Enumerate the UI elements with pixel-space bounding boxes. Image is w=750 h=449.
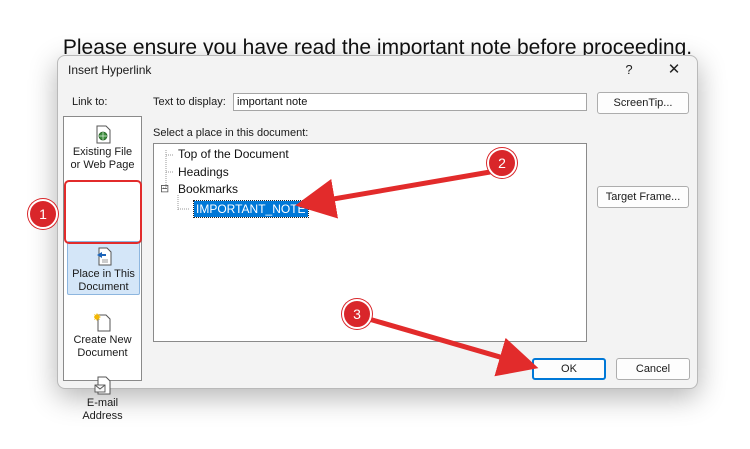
callout-badge-2: 2 xyxy=(487,148,517,178)
arrow-to-ok xyxy=(361,314,539,377)
annotation-arrows xyxy=(295,169,539,377)
callout-badge-1: 1 xyxy=(28,199,58,229)
callout-badge-3: 3 xyxy=(342,299,372,329)
arrow-to-bookmark xyxy=(295,169,491,219)
